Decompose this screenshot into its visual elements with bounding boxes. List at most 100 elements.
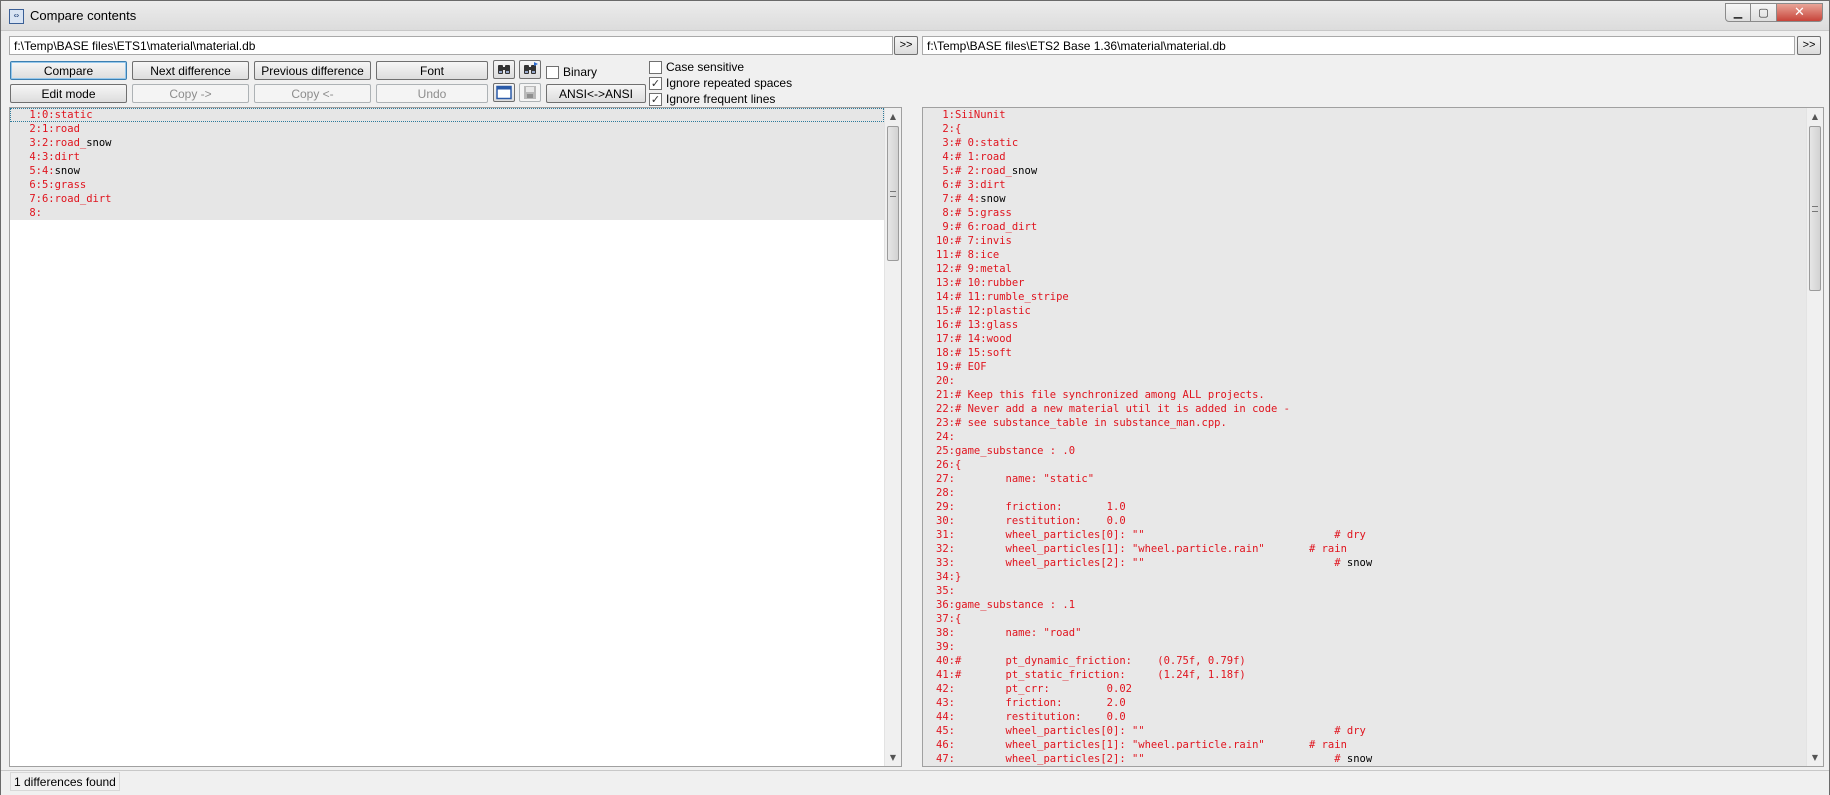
compare-button[interactable]: Compare [10, 61, 127, 80]
ignore-repeated-spaces-checkbox[interactable]: ✓ [649, 76, 662, 90]
left-code-line[interactable]: 1:0:static [10, 108, 884, 122]
compare-window-icon[interactable]: ⇔ [9, 9, 24, 24]
right-code-line[interactable]: 13:# 10:rubber [923, 276, 1806, 290]
right-code-line[interactable]: 10:# 7:invis [923, 234, 1806, 248]
right-browse-button[interactable]: >> [1797, 36, 1821, 55]
left-code-line[interactable]: 6:5:grass [10, 178, 884, 192]
right-code-line[interactable]: 33: wheel_particles[2]: "" # snow [923, 556, 1806, 570]
scroll-up-icon[interactable]: ▲ [1807, 108, 1823, 125]
right-code-line[interactable]: 24: [923, 430, 1806, 444]
ignore-frequent-lines-checkbox[interactable]: ✓ [649, 92, 662, 106]
right-code-line[interactable]: 31: wheel_particles[0]: "" # dry [923, 528, 1806, 542]
right-file-path-input[interactable]: f:\Temp\BASE files\ETS2 Base 1.36\materi… [922, 36, 1795, 55]
scroll-up-icon[interactable]: ▲ [885, 108, 901, 125]
left-code-line[interactable]: 8: [10, 206, 884, 220]
case-sensitive-option[interactable]: Case sensitive [649, 60, 744, 74]
right-code-line[interactable]: 47: wheel_particles[2]: "" # snow [923, 752, 1806, 766]
left-file-path-input[interactable]: f:\Temp\BASE files\ETS1\material\materia… [9, 36, 893, 55]
left-scroll-thumb[interactable] [887, 126, 899, 261]
right-code-line[interactable]: 18:# 15:soft [923, 346, 1806, 360]
left-code-line[interactable]: 5:4:snow [10, 164, 884, 178]
right-code-line[interactable]: 9:# 6:road_dirt [923, 220, 1806, 234]
copy-left-button[interactable]: Copy <- [254, 84, 371, 103]
left-code-line[interactable]: 4:3:dirt [10, 150, 884, 164]
left-browse-button[interactable]: >> [894, 36, 918, 55]
matching-text: snow [1346, 557, 1373, 569]
right-code-line[interactable]: 28: [923, 486, 1806, 500]
maximize-button[interactable]: ▢ [1751, 3, 1777, 22]
right-code-line[interactable]: 14:# 11:rumble_stripe [923, 290, 1806, 304]
case-sensitive-checkbox[interactable] [649, 60, 662, 74]
right-code-line[interactable]: 41:# pt_static_friction: (1.24f, 1.18f) [923, 668, 1806, 682]
right-file-content[interactable]: 1:SiiNunit 2:{ 3:# 0:static 4:# 1:road 5… [923, 108, 1806, 766]
title-bar[interactable]: ⇔ Compare contents ▁ ▢ ✕ [1, 1, 1829, 31]
undo-button[interactable]: Undo [376, 84, 488, 103]
right-file-pane[interactable]: 1:SiiNunit 2:{ 3:# 0:static 4:# 1:road 5… [922, 107, 1824, 767]
binary-option[interactable]: Binary [546, 65, 597, 79]
left-code-line[interactable]: 2:1:road [10, 122, 884, 136]
right-code-line[interactable]: 32: wheel_particles[1]: "wheel.particle.… [923, 542, 1806, 556]
left-code-line[interactable]: 3:2:road_snow [10, 136, 884, 150]
right-code-line[interactable]: 6:# 3:dirt [923, 178, 1806, 192]
ignore-frequent-lines-option[interactable]: ✓ Ignore frequent lines [649, 92, 775, 106]
right-code-line[interactable]: 36:game_substance : .1 [923, 598, 1806, 612]
right-code-line[interactable]: 40:# pt_dynamic_friction: (0.75f, 0.79f) [923, 654, 1806, 668]
right-code-line[interactable]: 45: wheel_particles[0]: "" # dry [923, 724, 1806, 738]
right-code-line[interactable]: 16:# 13:glass [923, 318, 1806, 332]
scroll-down-icon[interactable]: ▼ [885, 749, 901, 766]
ignore-repeated-spaces-option[interactable]: ✓ Ignore repeated spaces [649, 76, 792, 90]
previous-difference-button[interactable]: Previous difference [254, 61, 371, 80]
binary-checkbox[interactable] [546, 65, 559, 79]
ansi-button[interactable]: ANSI<->ANSI [546, 84, 646, 103]
layout-button[interactable] [493, 83, 515, 102]
right-code-line[interactable]: 22:# Never add a new material util it is… [923, 402, 1806, 416]
left-code-line[interactable]: 7:6:road_dirt [10, 192, 884, 206]
right-scroll-thumb[interactable] [1809, 126, 1821, 291]
right-code-line[interactable]: 7:# 4:snow [923, 192, 1806, 206]
right-code-line[interactable]: 37:{ [923, 612, 1806, 626]
right-code-line[interactable]: 20: [923, 374, 1806, 388]
save-button[interactable] [519, 83, 541, 102]
right-code-line[interactable]: 5:# 2:road_snow [923, 164, 1806, 178]
edit-mode-button[interactable]: Edit mode [10, 84, 127, 103]
next-difference-button[interactable]: Next difference [132, 61, 249, 80]
right-code-line[interactable]: 43: friction: 2.0 [923, 696, 1806, 710]
right-code-line[interactable]: 44: restitution: 0.0 [923, 710, 1806, 724]
scroll-down-icon[interactable]: ▼ [1807, 749, 1823, 766]
right-code-line[interactable]: 15:# 12:plastic [923, 304, 1806, 318]
right-code-line[interactable]: 21:# Keep this file synchronized among A… [923, 388, 1806, 402]
ignore-repeated-spaces-label: Ignore repeated spaces [666, 76, 793, 90]
right-code-line[interactable]: 1:SiiNunit [923, 108, 1806, 122]
right-code-line[interactable]: 42: pt_crr: 0.02 [923, 682, 1806, 696]
right-code-line[interactable]: 11:# 8:ice [923, 248, 1806, 262]
right-code-line[interactable]: 25:game_substance : .0 [923, 444, 1806, 458]
left-vertical-scrollbar[interactable]: ▲ ▼ [884, 108, 901, 766]
right-code-line[interactable]: 8:# 5:grass [923, 206, 1806, 220]
right-code-line[interactable]: 27: name: "static" [923, 472, 1806, 486]
copy-right-button[interactable]: Copy -> [132, 84, 249, 103]
layout-icon [496, 85, 512, 100]
right-code-line[interactable]: 17:# 14:wood [923, 332, 1806, 346]
close-button[interactable]: ✕ [1777, 3, 1823, 22]
right-code-line[interactable]: 39: [923, 640, 1806, 654]
minimize-button[interactable]: ▁ [1725, 3, 1751, 22]
right-code-line[interactable]: 29: friction: 1.0 [923, 500, 1806, 514]
right-code-line[interactable]: 23:# see substance_table in substance_ma… [923, 416, 1806, 430]
right-code-line[interactable]: 34:} [923, 570, 1806, 584]
right-code-line[interactable]: 4:# 1:road [923, 150, 1806, 164]
right-code-line[interactable]: 35: [923, 584, 1806, 598]
right-code-line[interactable]: 38: name: "road" [923, 626, 1806, 640]
left-file-content[interactable]: 1:0:static 2:1:road 3:2:road_snow 4:3:di… [10, 108, 884, 220]
find-button[interactable] [493, 60, 515, 79]
right-code-line[interactable]: 19:# EOF [923, 360, 1806, 374]
right-vertical-scrollbar[interactable]: ▲ ▼ [1806, 108, 1823, 766]
right-code-line[interactable]: 30: restitution: 0.0 [923, 514, 1806, 528]
right-code-line[interactable]: 46: wheel_particles[1]: "wheel.particle.… [923, 738, 1806, 752]
right-code-line[interactable]: 12:# 9:metal [923, 262, 1806, 276]
right-code-line[interactable]: 3:# 0:static [923, 136, 1806, 150]
left-file-pane[interactable]: 1:0:static 2:1:road 3:2:road_snow 4:3:di… [9, 107, 902, 767]
right-code-line[interactable]: 2:{ [923, 122, 1806, 136]
font-button[interactable]: Font [376, 61, 488, 80]
right-code-line[interactable]: 26:{ [923, 458, 1806, 472]
find-next-button[interactable] [519, 60, 541, 79]
